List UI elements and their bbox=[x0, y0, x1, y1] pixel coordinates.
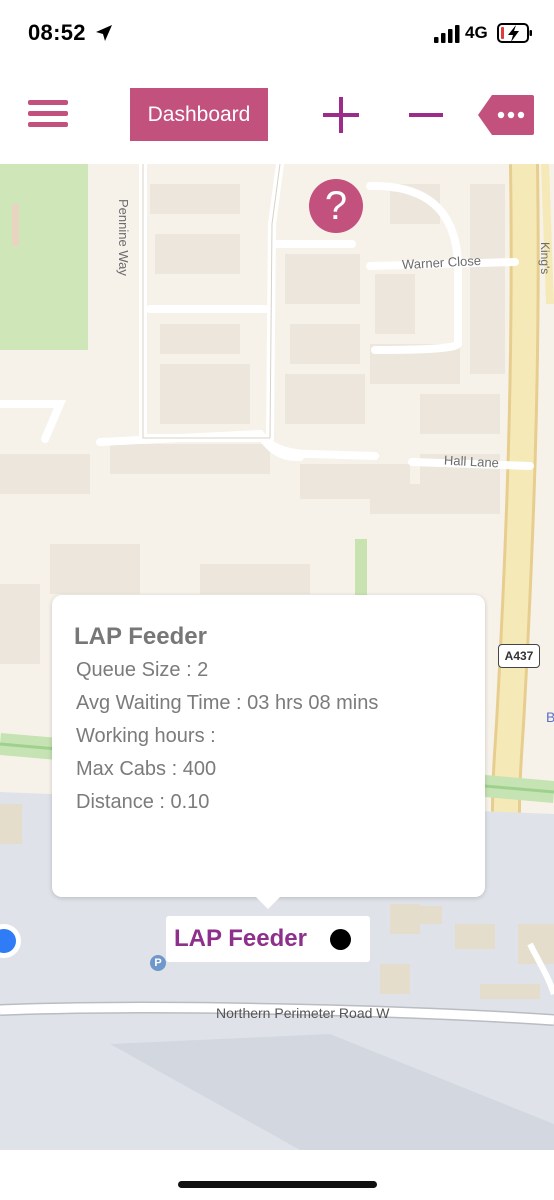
cellular-signal-icon bbox=[434, 25, 460, 43]
popup-max-cabs: Max Cabs : 400 bbox=[76, 758, 217, 780]
status-time: 08:52 bbox=[28, 20, 86, 45]
dashboard-button[interactable]: Dashboard bbox=[130, 88, 268, 141]
battery-charging-icon bbox=[497, 23, 532, 43]
popup-pointer bbox=[254, 895, 282, 909]
popup-avg-waiting-time: Avg Waiting Time : 03 hrs 08 mins bbox=[76, 692, 379, 714]
feeder-marker-dot bbox=[330, 929, 351, 950]
road-shield-a437: A437 bbox=[498, 644, 540, 668]
bottom-bar bbox=[0, 1150, 554, 1200]
road-label-pennine-way: Pennine Way bbox=[116, 199, 131, 276]
popup-queue-size: Queue Size : 2 bbox=[76, 659, 209, 681]
location-arrow-icon bbox=[96, 25, 112, 41]
popup-distance: Distance : 0.10 bbox=[76, 791, 210, 813]
parking-icon: P bbox=[150, 955, 166, 971]
top-toolbar: Dashboard bbox=[0, 66, 554, 164]
hamburger-menu-icon[interactable] bbox=[28, 98, 68, 130]
road-label-hall-lane: Hall Lane bbox=[443, 452, 500, 471]
feeder-marker-label: LAP Feeder bbox=[174, 925, 307, 952]
map-view[interactable]: Pennine Way Warner Close Hall Lane King'… bbox=[0, 164, 554, 1150]
home-indicator[interactable] bbox=[178, 1181, 377, 1188]
network-type: 4G bbox=[465, 23, 488, 42]
popup-title: LAP Feeder bbox=[74, 623, 207, 650]
road-label-northern-perimeter: Northern Perimeter Road W bbox=[216, 1005, 390, 1021]
status-bar: 08:52 4G bbox=[0, 0, 554, 66]
zoom-in-icon[interactable] bbox=[323, 97, 359, 133]
popup-working-hours: Working hours : bbox=[76, 725, 216, 747]
zoom-out-icon[interactable] bbox=[409, 97, 443, 133]
road-label-kings: King's bbox=[538, 242, 552, 275]
info-popup[interactable]: LAP Feeder Queue Size : 2 Avg Waiting Ti… bbox=[52, 595, 485, 897]
more-options-icon[interactable] bbox=[478, 95, 534, 135]
map-edge-letter: B bbox=[546, 709, 554, 725]
feeder-marker[interactable]: LAP Feeder bbox=[166, 916, 370, 962]
help-button[interactable]: ? bbox=[309, 179, 363, 233]
